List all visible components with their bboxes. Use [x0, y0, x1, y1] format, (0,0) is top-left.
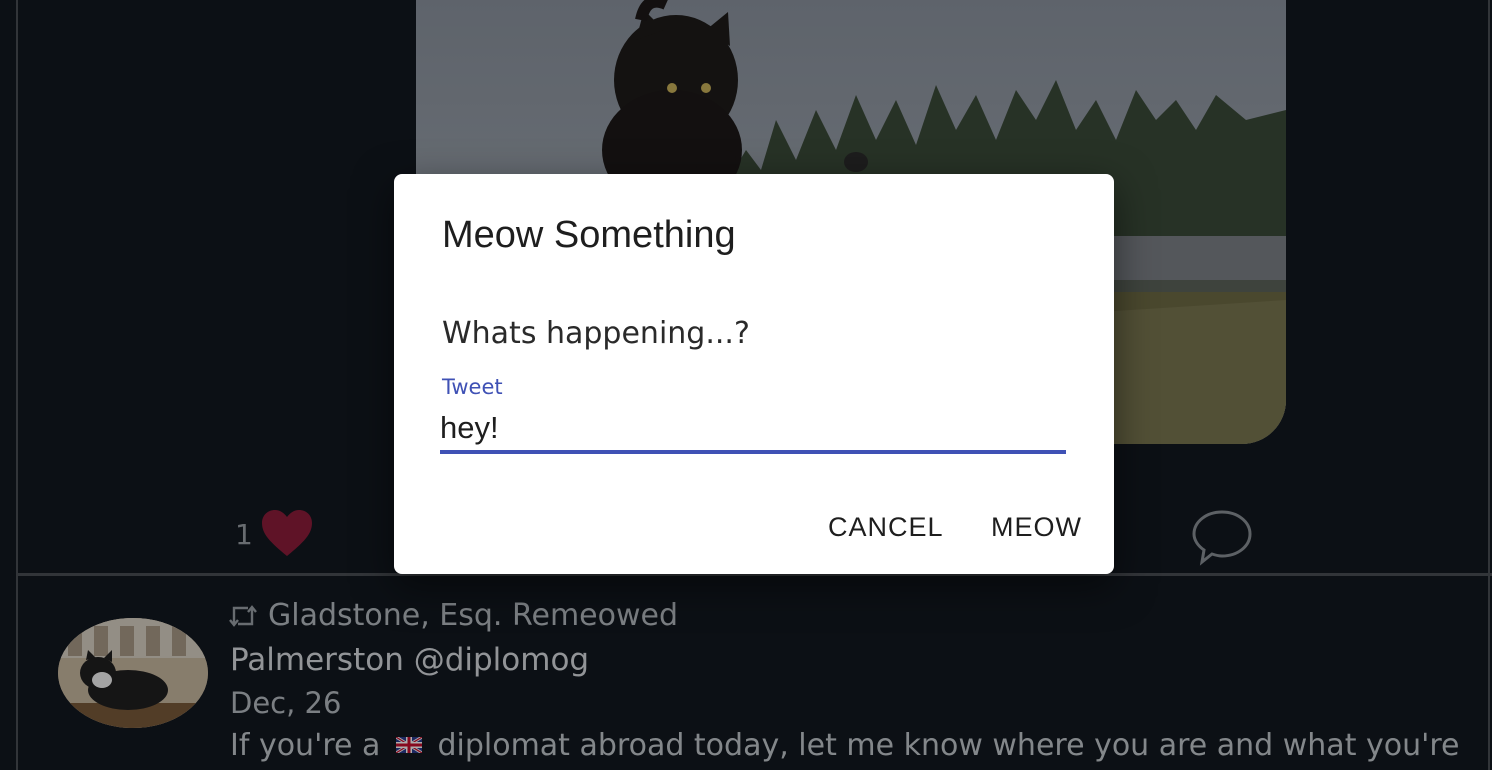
- cancel-button[interactable]: CANCEL: [814, 504, 958, 550]
- dialog-title: Meow Something: [442, 214, 736, 256]
- tweet-field-label: Tweet: [442, 375, 503, 399]
- app-page: 1 Gladstone, Esq. Remeowed Palmerston @d…: [0, 0, 1492, 770]
- meow-button[interactable]: MEOW: [977, 504, 1096, 550]
- compose-dialog: Meow Something Whats happening...? Tweet…: [394, 174, 1114, 574]
- dialog-prompt: Whats happening...?: [442, 316, 750, 351]
- tweet-input[interactable]: [440, 406, 1066, 454]
